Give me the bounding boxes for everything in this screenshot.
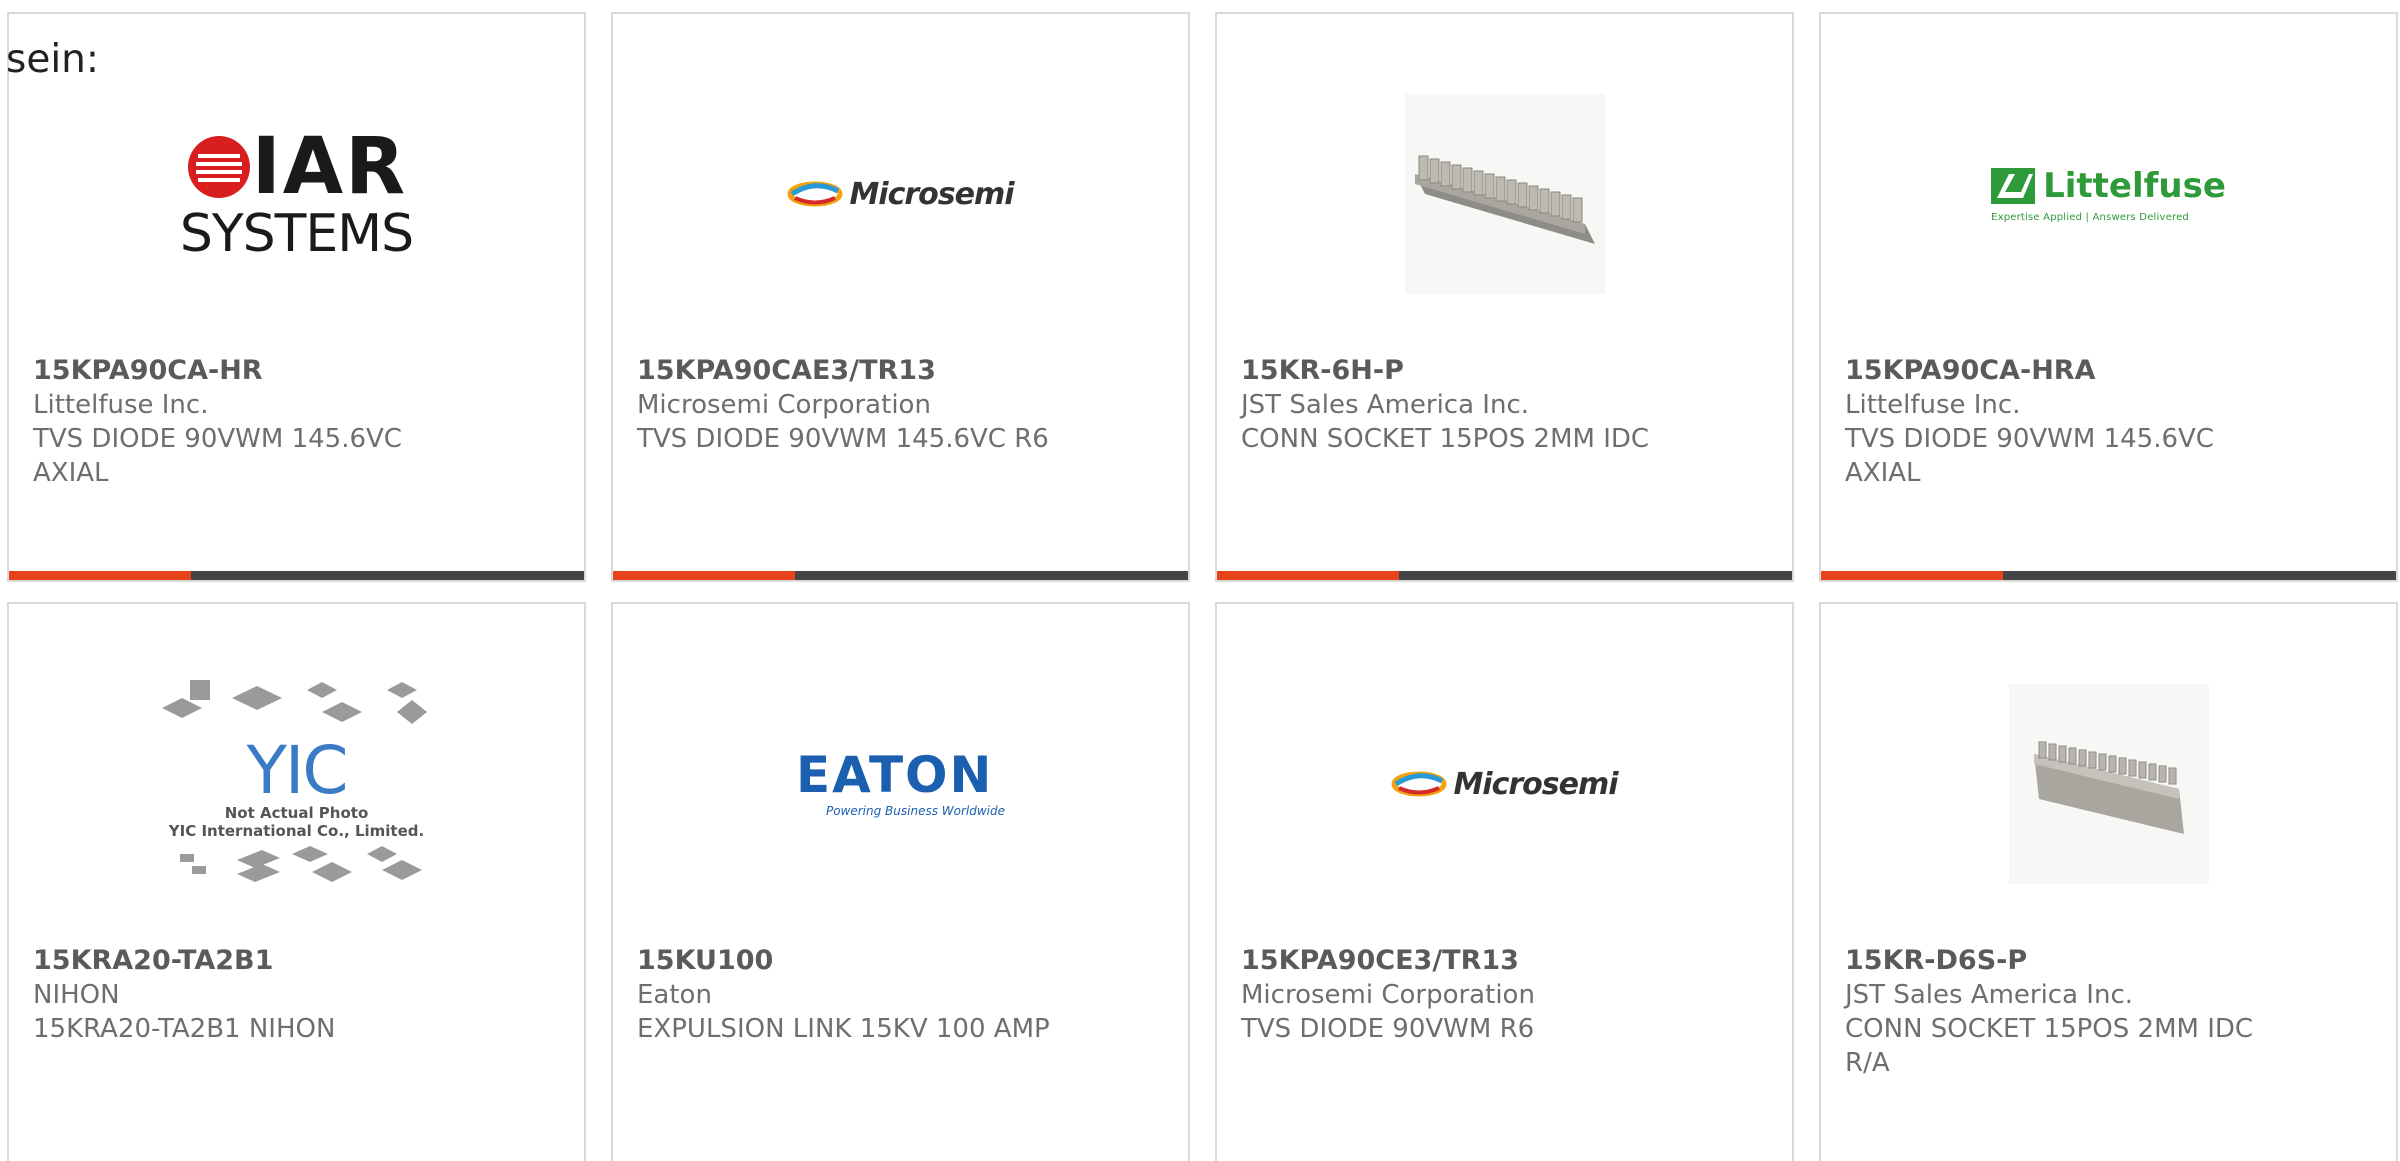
product-grid-page: sein: IAR SYSTEMS 15KPA90CA-HR Littelfus…	[0, 0, 2400, 1161]
iar-systems-logo: IAR SYSTEMS	[179, 122, 414, 264]
product-info: 15KPA90CA-HR Littelfuse Inc. TVS DIODE 9…	[33, 354, 453, 490]
microsemi-logo-text: Microsemi	[849, 176, 1014, 212]
card-bottom-bar	[9, 571, 584, 580]
chip-packages-icon	[161, 680, 427, 724]
yic-placeholder-image: YIC Not Actual Photo YIC International C…	[161, 678, 432, 890]
product-image[interactable]: Littelfuse Expertise Applied | Answers D…	[1821, 74, 2396, 314]
product-card[interactable]: 15KR-6H-P JST Sales America Inc. CONN SO…	[1215, 12, 1794, 582]
microsemi-logo: Microsemi	[787, 176, 1015, 212]
part-number-link[interactable]: 15KPA90CA-HRA	[1845, 354, 2265, 388]
yic-logo-text: YIC	[246, 732, 349, 809]
littelfuse-logo: Littelfuse Expertise Applied | Answers D…	[1991, 166, 2226, 223]
part-number-link[interactable]: 15KPA90CE3/TR13	[1241, 944, 1661, 978]
connector-photo-icon	[1404, 94, 1605, 294]
iar-emblem-icon	[187, 136, 250, 198]
lead-text: sein:	[6, 37, 100, 82]
eaton-logo-text: EATON	[795, 746, 994, 804]
part-number-link[interactable]: 15KU100	[637, 944, 1057, 978]
card-bottom-bar	[1821, 571, 2396, 580]
manufacturer: Microsemi Corporation	[1241, 980, 1535, 1010]
manufacturer: NIHON	[33, 980, 120, 1010]
product-image[interactable]	[1821, 664, 2396, 904]
product-card[interactable]: 15KR-D6S-P JST Sales America Inc. CONN S…	[1819, 602, 2398, 1161]
card-bottom-bar	[1217, 571, 1792, 580]
iar-logo-text: IAR	[251, 122, 408, 212]
littelfuse-logo-text: Littelfuse	[2043, 165, 2226, 206]
description: TVS DIODE 90VWM 145.6VC AXIAL	[33, 424, 402, 488]
littelfuse-emblem-icon	[1991, 167, 2036, 204]
product-card[interactable]: Microsemi 15KPA90CE3/TR13 Microsemi Corp…	[1215, 602, 1794, 1161]
connector-photo-icon	[2008, 684, 2209, 884]
description: TVS DIODE 90VWM R6	[1241, 1014, 1535, 1044]
product-image[interactable]: IAR SYSTEMS	[9, 74, 584, 314]
card-accent-bar	[1821, 571, 2003, 580]
description: EXPULSION LINK 15KV 100 AMP	[637, 1014, 1050, 1044]
description: TVS DIODE 90VWM 145.6VC R6	[637, 424, 1049, 454]
manufacturer: Eaton	[637, 980, 712, 1010]
part-number-link[interactable]: 15KR-D6S-P	[1845, 944, 2265, 978]
card-accent-bar	[1217, 571, 1399, 580]
product-card[interactable]: Microsemi 15KPA90CAE3/TR13 Microsemi Cor…	[611, 12, 1190, 582]
littelfuse-tagline: Expertise Applied | Answers Delivered	[1991, 211, 2189, 223]
product-info: 15KU100 Eaton EXPULSION LINK 15KV 100 AM…	[637, 944, 1057, 1046]
eaton-tagline: Powering Business Worldwide	[825, 804, 1006, 818]
card-accent-bar	[613, 571, 795, 580]
part-number-link[interactable]: 15KRA20-TA2B1	[33, 944, 453, 978]
card-accent-bar	[9, 571, 191, 580]
microsemi-swirl-icon	[1391, 771, 1447, 797]
eaton-logo: EATON Powering Business Worldwide	[796, 750, 1005, 818]
manufacturer: JST Sales America Inc.	[1241, 390, 1530, 420]
product-info: 15KPA90CAE3/TR13 Microsemi Corporation T…	[637, 354, 1057, 456]
product-info: 15KR-6H-P JST Sales America Inc. CONN SO…	[1241, 354, 1661, 456]
microsemi-swirl-icon	[787, 181, 843, 207]
yic-note-text: Not Actual Photo YIC International Co., …	[168, 804, 425, 840]
product-info: 15KPA90CA-HRA Littelfuse Inc. TVS DIODE …	[1845, 354, 2265, 490]
part-number-link[interactable]: 15KR-6H-P	[1241, 354, 1661, 388]
product-card[interactable]: YIC Not Actual Photo YIC International C…	[7, 602, 586, 1161]
description: CONN SOCKET 15POS 2MM IDC R/A	[1845, 1014, 2254, 1078]
product-info: 15KPA90CE3/TR13 Microsemi Corporation TV…	[1241, 944, 1661, 1046]
microsemi-logo: Microsemi	[1391, 766, 1619, 802]
product-info: 15KRA20-TA2B1 NIHON 15KRA20-TA2B1 NIHON	[33, 944, 453, 1046]
description: 15KRA20-TA2B1 NIHON	[33, 1014, 336, 1044]
part-number-link[interactable]: 15KPA90CA-HR	[33, 354, 453, 388]
manufacturer: Littelfuse Inc.	[1845, 390, 2021, 420]
part-number-link[interactable]: 15KPA90CAE3/TR13	[637, 354, 1057, 388]
product-image[interactable]	[1217, 74, 1792, 314]
description: TVS DIODE 90VWM 145.6VC AXIAL	[1845, 424, 2214, 488]
product-image[interactable]: EATON Powering Business Worldwide	[613, 664, 1188, 904]
product-image[interactable]: Microsemi	[1217, 664, 1792, 904]
iar-logo-subtext: SYSTEMS	[179, 204, 414, 264]
manufacturer: Microsemi Corporation	[637, 390, 931, 420]
manufacturer: Littelfuse Inc.	[33, 390, 209, 420]
product-info: 15KR-D6S-P JST Sales America Inc. CONN S…	[1845, 944, 2265, 1080]
product-image[interactable]: YIC Not Actual Photo YIC International C…	[9, 664, 584, 904]
manufacturer: JST Sales America Inc.	[1845, 980, 2134, 1010]
description: CONN SOCKET 15POS 2MM IDC	[1241, 424, 1650, 454]
product-card[interactable]: IAR SYSTEMS 15KPA90CA-HR Littelfuse Inc.…	[7, 12, 586, 582]
product-card[interactable]: Littelfuse Expertise Applied | Answers D…	[1819, 12, 2398, 582]
chip-packages-icon	[179, 846, 422, 882]
microsemi-logo-text: Microsemi	[1453, 766, 1618, 802]
product-card[interactable]: EATON Powering Business Worldwide 15KU10…	[611, 602, 1190, 1161]
card-bottom-bar	[613, 571, 1188, 580]
product-image[interactable]: Microsemi	[613, 74, 1188, 314]
